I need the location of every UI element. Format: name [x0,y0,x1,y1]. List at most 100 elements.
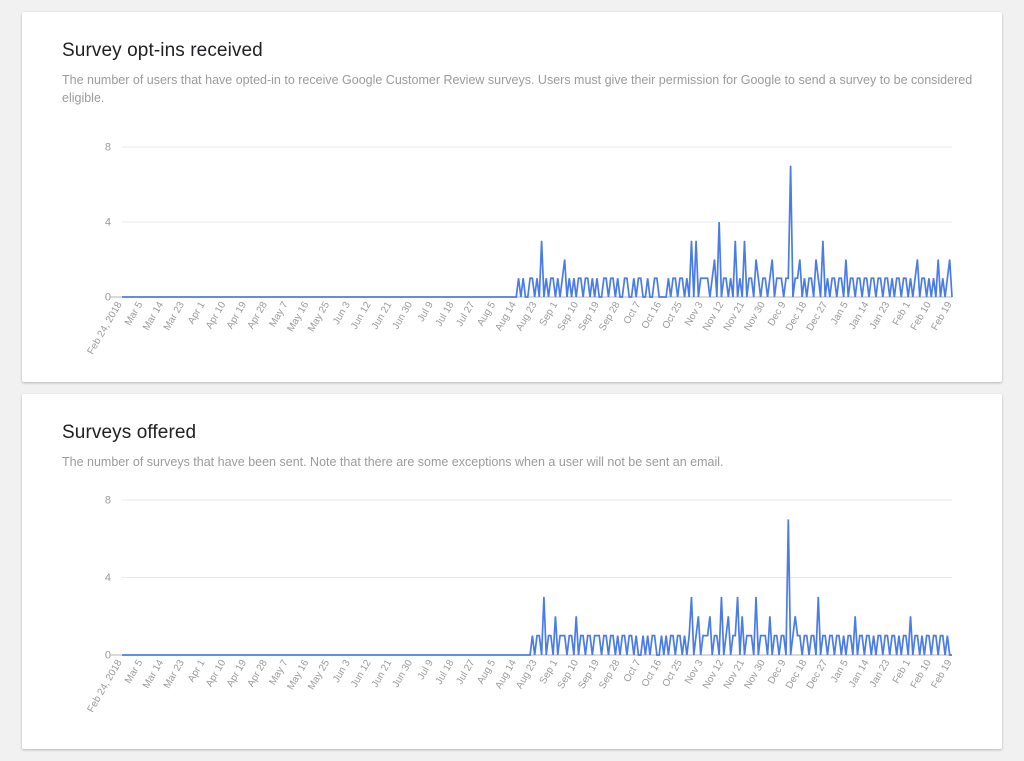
x-axis-tick-label: Nov 21 [722,300,748,333]
x-axis-tick-label: Jan 5 [829,300,851,327]
line-chart-svg: 048Feb 24, 2018Mar 5Mar 14Mar 23 Apr 1Apr… [86,141,955,357]
x-axis-tick-label: Aug 14 [493,658,519,691]
x-axis-tick-label: May 25 [306,658,332,692]
x-axis-tick-label: Apr 28 [246,300,270,331]
x-axis-tick-label: Mar 23 [162,300,187,333]
x-axis-tick-label: Aug 23 [514,300,540,333]
x-axis-tick-label: Sep 10 [556,658,582,691]
x-axis-tick-label: Jan 5 [829,658,851,685]
x-axis-tick-label: Apr 19 [225,300,249,331]
x-axis-tick-label: Oct 16 [640,300,664,331]
x-axis-tick-label: Sep 19 [576,658,602,691]
card-description: The number of surveys that have been sen… [62,455,724,469]
x-axis-tick-label: Nov 12 [701,300,727,333]
chart-surveys-offered: 0 4 8 Feb 24, 2018 Mar 5 Mar 14 Mar 23 Apr 1 Apr… [22,394,1002,749]
x-axis-tick-label: Apr 1 [186,658,208,685]
x-axis-tick-label: Feb 10 [909,300,934,333]
x-axis-tick-label: Feb 10 [909,658,934,691]
x-axis-tick-label: May 16 [285,658,311,692]
series-line [122,165,953,298]
x-axis-tick-label: Apr 10 [204,300,228,331]
y-axis-tick-label: 0 [105,649,111,661]
y-axis-tick-label: 4 [105,216,111,228]
card-surveys-offered: Surveys offered The number of surveys th… [22,394,1002,749]
y-axis-tick-label: 4 [105,572,111,584]
x-axis-tick-label: Oct 7 [622,300,644,327]
x-axis-tick-label: Dec 18 [784,300,810,333]
page-title: Survey opt-ins received [62,40,263,61]
x-axis-tick-label: Aug 5 [476,658,499,687]
x-axis-tick-label: Mar 5 [123,300,146,328]
x-axis-tick-label: Oct 25 [661,658,685,689]
report-page: Survey opt-ins received The number of us… [0,0,1024,761]
x-axis-tick-label: Sep 1 [538,300,561,329]
x-axis-tick-label: Apr 1 [186,300,208,327]
chart-survey-opt-ins-received: 0 4 8 Feb 24, 2018 Mar 5 Mar 14 Mar 23 Apr 1 Apr… [22,12,1002,382]
y-axis-tick-label: 8 [105,494,111,506]
x-axis-tick-label: Sep 1 [538,658,561,687]
card-survey-opt-ins-received: Survey opt-ins received The number of us… [22,12,1002,382]
x-axis-tick-label: Mar 14 [141,658,166,691]
x-axis-tick-label: Jan 14 [847,658,872,690]
y-axis-tick-label: 8 [105,141,111,153]
page-title: Surveys offered [62,422,197,443]
x-axis-tick-label: May 25 [306,300,332,334]
x-axis-tick-label: May 16 [285,300,311,334]
x-axis-tick-label: Sep 10 [556,300,582,333]
y-axis-tick-label: 0 [105,291,111,303]
x-axis-tick-label: May 7 [267,658,290,687]
x-axis-tick-label: Jun 21 [370,300,395,332]
x-axis-tick-label: Apr 19 [225,658,249,689]
x-axis-tick-label: Jul 18 [434,300,457,329]
x-axis-tick-label: Jul 27 [454,300,477,329]
x-axis-tick-label: Jul 9 [416,658,436,682]
x-axis-tick-label: Aug 23 [514,658,540,691]
x-axis-tick-label: Jul 18 [434,658,457,687]
series-line [122,519,952,656]
x-axis-tick-label: Feb 19 [930,300,955,333]
x-axis-tick-label: Nov 30 [742,658,768,691]
x-axis-tick-label: Jun 3 [331,658,353,685]
x-axis-tick-label: Dec 27 [805,658,831,691]
x-axis-tick-label: Jan 14 [847,300,872,332]
x-axis-tick-label: Dec 9 [766,300,789,329]
x-axis-tick-label: Oct 16 [640,658,664,689]
x-axis-tick-label: Jun 3 [331,300,353,327]
x-axis-tick-label: Jun 30 [391,658,416,690]
x-axis-tick-label: Dec 18 [784,658,810,691]
x-axis-tick-label: Nov 3 [683,300,706,329]
x-axis-tick-label: Oct 25 [661,300,685,331]
x-axis-tick-label: Feb 24, 2018 [86,300,125,357]
line-chart-svg: 048Feb 24, 2018Mar 5Mar 14Mar 23 Apr 1Apr… [86,494,955,715]
card-description: The number of users that have opted-in t… [62,73,973,105]
x-axis-tick-label: Jun 30 [391,300,416,332]
x-axis-tick-label: Sep 28 [597,300,623,333]
x-axis-tick-label: Nov 12 [701,658,727,691]
x-axis-tick-label: Feb 1 [891,300,914,328]
x-axis-tick-label: Nov 3 [683,658,706,687]
x-axis-tick-label: Oct 7 [622,658,644,685]
x-axis-tick-label: Mar 14 [141,300,166,333]
x-axis-tick-label: Aug 14 [493,300,519,333]
x-axis-tick-label: Jan 23 [868,300,893,332]
x-axis-tick-label: Mar 5 [123,658,146,686]
x-axis-tick-label: May 7 [267,300,290,329]
x-axis-tick-label: Apr 10 [204,658,228,689]
x-axis-tick-label: Sep 28 [597,658,623,691]
x-axis-tick-label: Jul 9 [416,300,436,324]
x-axis-tick-label: Nov 21 [722,658,748,691]
x-axis-tick-label: Nov 30 [742,300,768,333]
x-axis-tick-label: Jul 27 [454,658,477,687]
x-axis-tick-label: Mar 23 [162,658,187,691]
x-axis-tick-label: Jan 23 [868,658,893,690]
x-axis-tick-label: Feb 1 [891,658,914,686]
x-axis-tick-label: Apr 28 [246,658,270,689]
x-axis-tick-label: Dec 9 [766,658,789,687]
x-axis-tick-label: Aug 5 [476,300,499,329]
x-axis-tick-label: Jun 21 [370,658,395,690]
x-axis-tick-label: Dec 27 [805,300,831,333]
x-axis-tick-label: Jun 12 [349,658,374,690]
x-axis-tick-label: Sep 19 [576,300,602,333]
x-axis-tick-label: Jun 12 [349,300,374,332]
x-axis-tick-label: Feb 24, 2018 [86,658,125,715]
